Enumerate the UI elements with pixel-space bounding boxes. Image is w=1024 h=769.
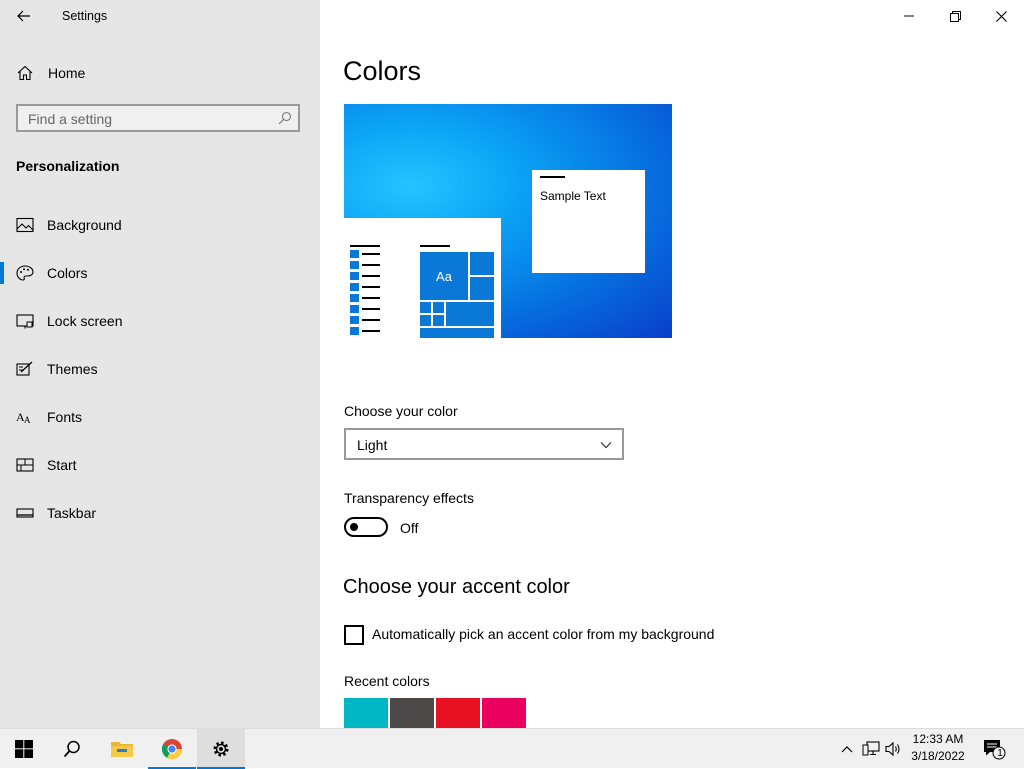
recent-color-swatch[interactable] — [482, 698, 526, 728]
home-icon — [17, 65, 33, 81]
titlebar: Settings — [0, 0, 320, 32]
taskbar-settings[interactable] — [197, 729, 245, 769]
notification-center-button[interactable]: 1 — [981, 739, 1007, 760]
back-arrow-icon — [17, 10, 30, 22]
settings-icon — [213, 741, 229, 757]
search-input[interactable] — [26, 109, 270, 129]
close-button[interactable] — [978, 0, 1024, 32]
notification-count: 1 — [997, 748, 1003, 759]
taskbar: 12:33 AM 3/18/2022 1 — [0, 728, 1024, 769]
toggle-state-text: Off — [400, 520, 419, 536]
sidebar-item-label: Start — [47, 457, 77, 473]
back-button[interactable] — [10, 4, 38, 28]
recent-color-swatch[interactable] — [436, 698, 480, 728]
preview-tile — [433, 315, 444, 326]
transparency-label: Transparency effects — [344, 490, 474, 506]
minimize-icon — [904, 15, 914, 17]
chevron-up-icon — [841, 746, 853, 753]
choose-color-dropdown[interactable]: Light — [344, 428, 624, 460]
search-icon[interactable] — [278, 111, 292, 125]
sidebar-item-lock-screen[interactable]: Lock screen — [0, 301, 320, 341]
volume-button[interactable] — [884, 739, 904, 759]
preview-tile — [420, 302, 431, 313]
sidebar-item-home[interactable]: Home — [0, 58, 320, 88]
recent-colors-label: Recent colors — [344, 673, 430, 689]
theme-preview: Aa Sample Text — [344, 104, 672, 338]
start-button[interactable] — [0, 729, 48, 769]
search-box[interactable] — [16, 104, 300, 132]
taskbar-chrome[interactable] — [148, 729, 196, 769]
taskbar-icon — [16, 508, 34, 518]
page-title: Colors — [343, 56, 422, 86]
app-title: Settings — [62, 9, 108, 23]
chevron-down-icon — [600, 442, 612, 449]
sidebar-item-background[interactable]: Background — [0, 205, 320, 245]
clock-time: 12:33 AM — [912, 732, 964, 746]
sidebar-item-label: Taskbar — [47, 505, 97, 521]
clock[interactable]: 12:33 AM 3/18/2022 — [904, 731, 972, 767]
recent-color-swatch[interactable] — [390, 698, 434, 728]
svg-text:A: A — [24, 415, 31, 425]
fonts-icon: A A — [16, 410, 31, 425]
palette-icon — [16, 265, 34, 281]
minimize-button[interactable] — [886, 0, 932, 32]
sidebar-item-start[interactable]: Start — [0, 445, 320, 485]
preview-sample-text: Sample Text — [540, 189, 606, 203]
preview-tile-large: Aa — [420, 252, 468, 300]
restore-button[interactable] — [932, 0, 978, 32]
sidebar: Settings Home Personalization Background… — [0, 0, 320, 728]
preview-tile — [420, 328, 494, 338]
preview-sample-window: Sample Text — [532, 170, 645, 273]
sidebar-item-fonts[interactable]: A A Fonts — [0, 397, 320, 437]
volume-icon — [885, 741, 900, 757]
clock-date: 3/18/2022 — [911, 749, 965, 763]
restore-icon — [949, 10, 961, 22]
search-icon — [63, 740, 80, 758]
preview-tile — [470, 252, 494, 275]
preview-tile — [446, 302, 494, 326]
taskbar-search-button[interactable] — [48, 729, 96, 769]
file-explorer-icon — [111, 742, 133, 757]
network-icon — [862, 741, 880, 756]
sidebar-item-label: Home — [48, 65, 86, 81]
sidebar-item-colors[interactable]: Colors — [0, 253, 320, 293]
auto-accent-checkbox[interactable] — [344, 625, 364, 645]
preview-tile — [420, 315, 431, 326]
transparency-toggle[interactable] — [344, 517, 388, 537]
chrome-icon — [161, 739, 183, 760]
network-button[interactable] — [861, 739, 881, 759]
dropdown-value: Light — [357, 437, 388, 453]
preview-tile — [433, 302, 444, 313]
sidebar-item-label: Themes — [47, 361, 98, 377]
themes-icon — [16, 361, 33, 376]
preview-tile — [470, 277, 494, 300]
start-icon — [16, 458, 34, 472]
close-icon — [995, 10, 1007, 22]
auto-accent-label[interactable]: Automatically pick an accent color from … — [372, 626, 714, 642]
taskbar-file-explorer[interactable] — [98, 729, 146, 769]
preview-tile-text: Aa — [436, 268, 452, 284]
sidebar-item-label: Fonts — [47, 409, 83, 425]
choose-color-label: Choose your color — [344, 403, 458, 419]
lock-screen-icon — [16, 314, 34, 329]
preview-start-window: Aa — [344, 218, 501, 338]
section-title: Personalization — [16, 158, 120, 174]
windows-logo-icon — [15, 740, 33, 758]
toggle-knob — [350, 523, 358, 531]
sidebar-item-label: Background — [47, 217, 122, 233]
accent-heading: Choose your accent color — [343, 576, 570, 598]
sidebar-item-label: Colors — [47, 265, 88, 281]
recent-color-swatch[interactable] — [344, 698, 388, 728]
show-hidden-icons-button[interactable] — [837, 739, 857, 759]
sidebar-item-label: Lock screen — [47, 313, 123, 329]
sidebar-item-taskbar[interactable]: Taskbar — [0, 493, 320, 533]
picture-icon — [16, 217, 34, 233]
sidebar-item-themes[interactable]: Themes — [0, 349, 320, 389]
